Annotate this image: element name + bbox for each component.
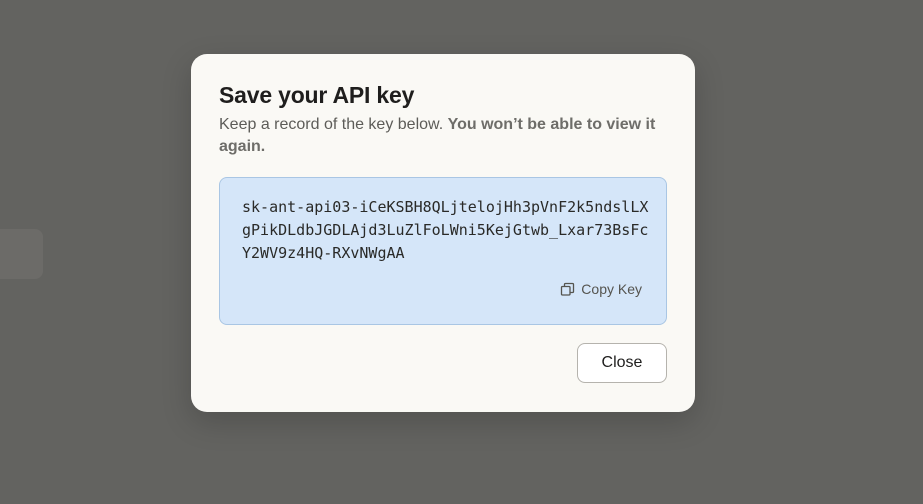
close-button[interactable]: Close — [577, 343, 667, 383]
dialog-description-text: Keep a record of the key below. — [219, 116, 448, 133]
background-panel-edge — [0, 229, 43, 279]
dialog-title: Save your API key — [219, 82, 415, 108]
api-key-value[interactable]: sk-ant-api03-iCeKSBH8QLjtelojHh3pVnF2k5n… — [242, 196, 652, 265]
copy-key-label: Copy Key — [581, 281, 642, 297]
dialog-description: Keep a record of the key below. You won’… — [219, 114, 669, 158]
copy-icon — [560, 282, 575, 297]
api-key-box: sk-ant-api03-iCeKSBH8QLjtelojHh3pVnF2k5n… — [219, 177, 667, 325]
save-api-key-dialog: Save your API key Keep a record of the k… — [191, 54, 695, 412]
copy-key-button[interactable]: Copy Key — [560, 281, 642, 297]
